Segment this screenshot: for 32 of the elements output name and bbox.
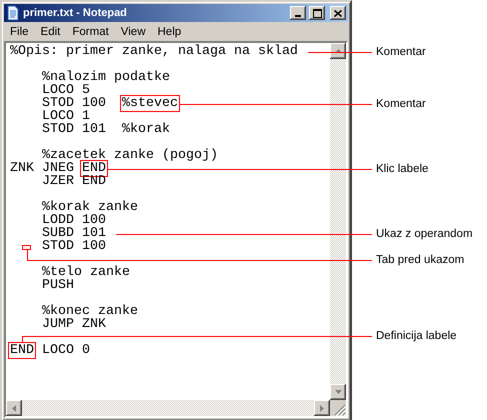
menu-item[interactable]: File — [4, 26, 35, 38]
callout-label: Definicija labele — [376, 329, 457, 343]
code-text: LOCO 5 — [41, 83, 90, 98]
code-text: STOD 100 — [41, 239, 106, 254]
code-text: JUMP ZNK — [41, 317, 106, 332]
code-text: %korak zanke — [41, 200, 138, 215]
menu-item[interactable]: View — [114, 26, 152, 38]
code-text: %zacetek zanke (pogoj) — [41, 148, 218, 163]
callout-label: Komentar — [376, 97, 426, 111]
highlighted-code: %stevec — [120, 95, 180, 112]
code-text: %konec zanke — [41, 304, 138, 319]
code-text: LOCO 0 — [41, 343, 90, 358]
code-text: ZNK JNEG — [10, 161, 75, 176]
code-text: SUBD 101 — [41, 226, 106, 241]
menu-item[interactable]: Help — [152, 26, 188, 38]
window-title: primer.txt - Notepad — [23, 7, 128, 19]
callout-label: Komentar — [376, 45, 426, 59]
code-text: STOD 100 — [41, 96, 107, 111]
menu-item[interactable]: Edit — [34, 26, 66, 38]
code-text: JZER END — [41, 174, 106, 189]
code-text: %nalozim podatke — [41, 70, 170, 85]
code-text: LOCO 1 — [41, 109, 90, 124]
menu-item[interactable]: Format — [66, 26, 115, 38]
code-text: PUSH — [41, 278, 74, 293]
code-text: LODD 100 — [41, 213, 106, 228]
highlighted-code: END — [8, 342, 36, 359]
code-text: STOD 101 %korak — [41, 122, 170, 137]
callout-label: Klic labele — [376, 162, 428, 176]
callout-label: Tab pred ukazom — [376, 253, 464, 267]
code-text: %Opis: primer zanke, nalaga na sklad — [10, 44, 298, 59]
callout-label: Ukaz z operandom — [376, 227, 473, 241]
code-text: %telo zanke — [41, 265, 130, 280]
